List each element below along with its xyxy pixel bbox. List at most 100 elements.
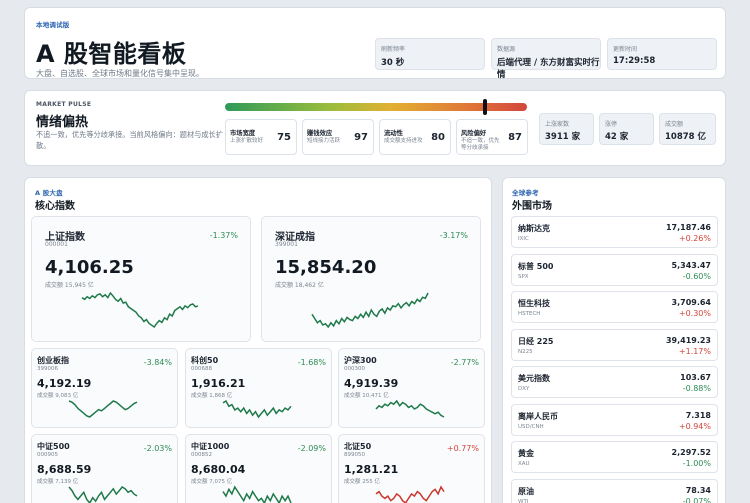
index-value: 1,916.21 xyxy=(191,377,246,390)
sparkline-chart xyxy=(222,485,292,503)
market-code: HSTECH xyxy=(518,311,541,317)
market-value: 17,187.46 xyxy=(665,223,711,232)
stat-label: 成交额 xyxy=(665,121,684,128)
sparkline-chart xyxy=(222,399,292,419)
index-value: 8,680.04 xyxy=(191,463,246,476)
market-code: SPX xyxy=(518,273,529,280)
sparkline-chart xyxy=(375,485,445,503)
market-name: 离岸人民币 xyxy=(518,411,558,421)
stat-label: 涨停 xyxy=(605,121,618,128)
turnover-stat: 成交额 10878 亿 xyxy=(659,113,716,145)
sparkline-path xyxy=(68,486,138,503)
index-value: 4,192.19 xyxy=(37,377,92,390)
sparkline-path xyxy=(222,399,292,419)
metric-label: 风险偏好 xyxy=(461,130,487,137)
market-name: 美元指数 xyxy=(518,374,550,383)
sparkline-chart xyxy=(68,486,138,503)
index-card-large[interactable]: 上证指数 000001 -1.37% 4,106.25 成交额 15,945 亿 xyxy=(31,216,251,342)
metric-profit-effect: 赚钱效应 短线接力活跃 97 xyxy=(302,119,374,155)
advancers-stat: 上涨家数 3911 家 xyxy=(539,113,594,145)
market-change-pct: -0.88% xyxy=(682,384,711,393)
index-card-large[interactable]: 深证成指 399001 -3.17% 15,854.20 成交额 18,462 亿 xyxy=(261,216,481,342)
index-value: 8,688.59 xyxy=(37,463,92,476)
global-market-item[interactable]: 离岸人民币 USD/CNH 7.318 +0.94% xyxy=(511,403,718,436)
index-code: 000300 xyxy=(344,366,365,372)
market-change-pct: +0.94% xyxy=(678,421,711,431)
market-value: 7.318 xyxy=(685,410,711,420)
stat-value: 3911 家 xyxy=(545,132,581,142)
pulse-tag: MARKET PULSE xyxy=(36,101,92,108)
build-tag: 本地调试版 xyxy=(36,21,70,29)
global-market-item[interactable]: 恒生科技 HSTECH 3,709.64 +0.30% xyxy=(511,291,718,323)
market-name: 纳斯达克 xyxy=(518,224,550,233)
index-code: 000688 xyxy=(191,366,212,372)
index-card[interactable]: 北证50 899050 +0.77% 1,281.21 成交额 255 亿 xyxy=(338,434,485,503)
metric-value: 87 xyxy=(508,132,522,143)
market-change-pct: -0.60% xyxy=(682,271,711,281)
core-indices-panel: A 股大盘 核心指数 上证指数 000001 -1.37% 4,106.25 成交额 1… xyxy=(24,177,492,503)
metric-value: 75 xyxy=(277,132,291,143)
index-change-pct: -2.77% xyxy=(450,358,479,367)
index-code: 000905 xyxy=(37,452,58,458)
market-code: USD/CNH xyxy=(518,423,544,430)
market-value: 3,709.64 xyxy=(671,298,711,307)
market-change-pct: +0.26% xyxy=(678,234,711,243)
market-pulse-panel: MARKET PULSE 情绪偏热 不追一致，优先等分歧承接。当前风格偏向：题材… xyxy=(24,90,726,166)
metric-sub: 成交额支持进攻 xyxy=(384,138,423,144)
index-code: 000001 xyxy=(45,241,68,248)
index-turnover: 成交额 7,075 亿 xyxy=(191,479,233,485)
index-change-pct: -3.84% xyxy=(143,358,172,367)
index-change-pct: -1.37% xyxy=(209,231,238,240)
global-market-item[interactable]: 日经 225 N225 39,419.23 +1.17% xyxy=(511,328,718,361)
market-name: 标普 500 xyxy=(518,261,554,271)
market-value: 103.67 xyxy=(680,373,711,382)
global-market-item[interactable]: 美元指数 DXY 103.67 -0.88% xyxy=(511,366,718,398)
index-turnover: 成交额 1,868 亿 xyxy=(191,393,233,399)
market-code: WTI xyxy=(518,498,529,503)
page-title: A 股智能看板 xyxy=(36,40,187,68)
global-market-item[interactable]: 原油 WTI 78.34 -0.07% xyxy=(511,478,718,503)
sparkline-path xyxy=(81,291,199,329)
stat-label: 刷新频率 xyxy=(381,46,406,53)
data-source-stat: 数据源 后端代理 / 东方财富实时行情 xyxy=(491,38,601,80)
index-code: 899050 xyxy=(344,452,365,458)
index-value: 1,281.21 xyxy=(344,463,399,476)
index-value: 15,854.20 xyxy=(275,257,377,278)
global-market-item[interactable]: 黄金 XAU 2,297.52 -1.00% xyxy=(511,441,718,473)
market-name: 原油 xyxy=(518,486,534,496)
index-card[interactable]: 中证500 000905 -2.03% 8,688.59 成交额 7,139 亿 xyxy=(31,434,178,503)
sparkline-chart xyxy=(375,399,445,418)
global-title: 外围市场 xyxy=(512,201,552,212)
global-market-item[interactable]: 纳斯达克 IXIC 17,187.46 +0.26% xyxy=(511,216,718,248)
update-time-stat: 更新时间 17:29:58 xyxy=(607,38,717,70)
stat-value: 后端代理 / 东方财富实时行情 xyxy=(497,58,600,80)
metric-value: 80 xyxy=(431,132,445,143)
metric-sub: 不追一致，优先等分歧承接 xyxy=(461,138,500,151)
index-change-pct: -1.68% xyxy=(297,358,326,367)
index-name: 沪深300 xyxy=(344,356,377,365)
stat-value: 30 秒 xyxy=(381,58,405,68)
index-change-pct: -3.17% xyxy=(439,231,468,240)
metric-risk-appetite: 风险偏好 不追一致，优先等分歧承接 87 xyxy=(456,119,528,155)
index-turnover: 成交额 10,471 亿 xyxy=(344,393,389,399)
metric-market-breadth: 市场宽度 上涨扩散较好 75 xyxy=(225,119,297,155)
index-name: 创业板指 xyxy=(37,356,69,365)
sparkline-chart xyxy=(311,292,429,329)
market-code: N225 xyxy=(518,348,533,355)
indices-title: 核心指数 xyxy=(35,201,75,212)
sparkline-chart xyxy=(81,291,199,329)
global-market-item[interactable]: 标普 500 SPX 5,343.47 -0.60% xyxy=(511,253,718,286)
sparkline-path xyxy=(311,292,429,329)
index-name: 中证1000 xyxy=(191,442,230,451)
index-card[interactable]: 创业板指 399006 -3.84% 4,192.19 成交额 9,083 亿 xyxy=(31,348,178,428)
metric-sub: 上涨扩散较好 xyxy=(230,138,264,144)
index-card[interactable]: 科创50 000688 -1.68% 1,916.21 成交额 1,868 亿 xyxy=(185,348,332,428)
index-card[interactable]: 沪深300 000300 -2.77% 4,919.39 成交额 10,471 亿 xyxy=(338,348,485,428)
index-card[interactable]: 中证1000 000852 -2.09% 8,680.04 成交额 7,075 亿 xyxy=(185,434,332,503)
index-turnover: 成交额 15,945 亿 xyxy=(45,282,94,289)
global-markets-panel: 全球参考 外围市场 纳斯达克 IXIC 17,187.46 +0.26% 标普 500 S… xyxy=(502,177,726,503)
index-turnover: 成交额 7,139 亿 xyxy=(37,479,79,485)
sparkline-path xyxy=(375,399,445,418)
market-code: DXY xyxy=(518,386,530,392)
header-panel: 本地调试版 A 股智能看板 大盘、自选股、全球市场和量化信号集中呈现。 刷新频率… xyxy=(24,7,726,80)
